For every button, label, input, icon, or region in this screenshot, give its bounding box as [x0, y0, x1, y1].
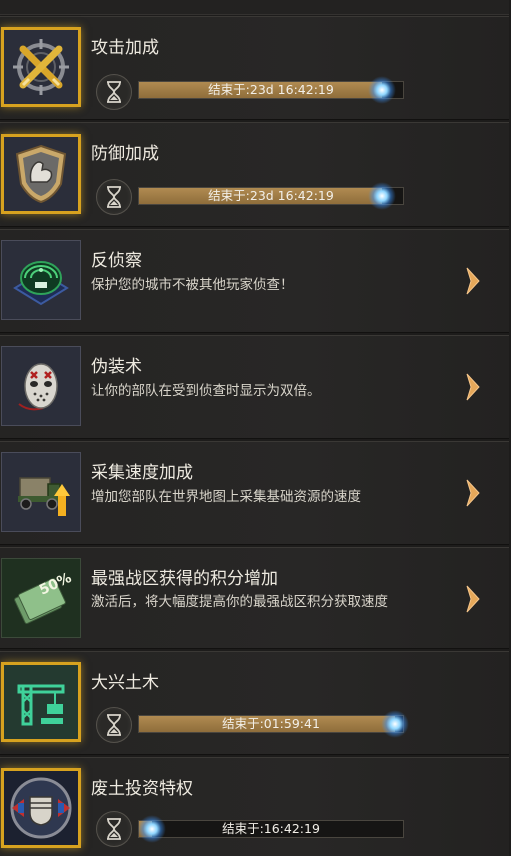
boost-title: 防御加成: [91, 144, 159, 164]
boost-icon-frame: [1, 134, 81, 214]
timer-progress-bar: 结束于:23d 16:42:19: [138, 76, 404, 104]
boost-icon-frame: 50%: [1, 558, 81, 638]
timer-progress-bar: 结束于:16:42:19: [138, 815, 404, 843]
boost-title: 采集速度加成: [91, 463, 193, 483]
timer-label: 结束于:01:59:41: [222, 716, 320, 731]
truck-arrow-icon: [18, 477, 70, 516]
crossed-bullets-icon: [13, 39, 69, 95]
timer-progress-bar: 结束于:23d 16:42:19: [138, 182, 404, 210]
bicep-shield-icon: [15, 144, 67, 204]
boost-icon-frame: [1, 662, 81, 742]
boost-title: 攻击加成: [91, 38, 159, 58]
boost-icon-frame: [1, 27, 81, 107]
fifty-percent-cards-icon: 50%: [14, 570, 74, 624]
radar-icon: [13, 261, 69, 306]
timer-progress-bar: 结束于:01:59:41: [138, 710, 410, 738]
fist-badge-icon: [10, 777, 72, 839]
hockey-mask-icon: [18, 363, 58, 411]
hourglass-icon[interactable]: [96, 74, 132, 110]
chevron-right-icon[interactable]: [463, 372, 483, 402]
boost-row-war-zone[interactable]: 50% 最强战区获得的积分增加 激活后，将大幅度提高你的最强战区积分获取速度: [0, 547, 509, 649]
boost-title: 废土投资特权: [91, 779, 193, 799]
boost-row-gathering[interactable]: 采集速度加成 增加您部队在世界地图上采集基础资源的速度: [0, 441, 509, 545]
boost-list: 攻击加成 结束于:23d 16:42:19 防御加成 结束于:23d 16:42…: [0, 0, 511, 856]
timer-label: 结束于:23d 16:42:19: [208, 188, 334, 203]
timer-label: 结束于:16:42:19: [222, 821, 320, 836]
boost-title: 大兴土木: [91, 673, 159, 693]
boost-row-construction[interactable]: 大兴土木 结束于:01:59:41: [0, 651, 509, 755]
boost-row-defense[interactable]: 防御加成 结束于:23d 16:42:19: [0, 122, 509, 227]
hourglass-icon[interactable]: [96, 179, 132, 215]
boost-row-wasteland-investment[interactable]: 废土投资特权 结束于:16:42:19: [0, 757, 509, 856]
boost-icon-frame: [1, 240, 81, 320]
boost-description: 保护您的城市不被其他玩家侦查！: [91, 277, 294, 293]
previous-row-remnant: [0, 0, 509, 15]
hourglass-icon[interactable]: [96, 811, 132, 847]
crane-icon: [17, 684, 65, 726]
timer-label: 结束于:23d 16:42:19: [208, 82, 334, 97]
boost-row-disguise[interactable]: 伪装术 让你的部队在受到侦查时显示为双倍。: [0, 335, 509, 439]
boost-icon-frame: [1, 346, 81, 426]
chevron-right-icon[interactable]: [463, 266, 483, 296]
chevron-right-icon[interactable]: [463, 478, 483, 508]
boost-title: 反侦察: [91, 251, 142, 271]
chevron-right-icon[interactable]: [463, 584, 483, 614]
boost-description: 增加您部队在世界地图上采集基础资源的速度: [91, 489, 361, 505]
hourglass-icon[interactable]: [96, 707, 132, 743]
boost-description: 激活后，将大幅度提高你的最强战区积分获取速度: [91, 594, 388, 610]
boost-icon-frame: [1, 768, 81, 848]
boost-row-attack[interactable]: 攻击加成 结束于:23d 16:42:19: [0, 16, 509, 120]
boost-description: 让你的部队在受到侦查时显示为双倍。: [91, 383, 321, 399]
boost-title: 最强战区获得的积分增加: [91, 569, 278, 589]
boost-title: 伪装术: [91, 357, 142, 377]
boost-icon-frame: [1, 452, 81, 532]
boost-row-anti-scout[interactable]: 反侦察 保护您的城市不被其他玩家侦查！: [0, 229, 509, 333]
